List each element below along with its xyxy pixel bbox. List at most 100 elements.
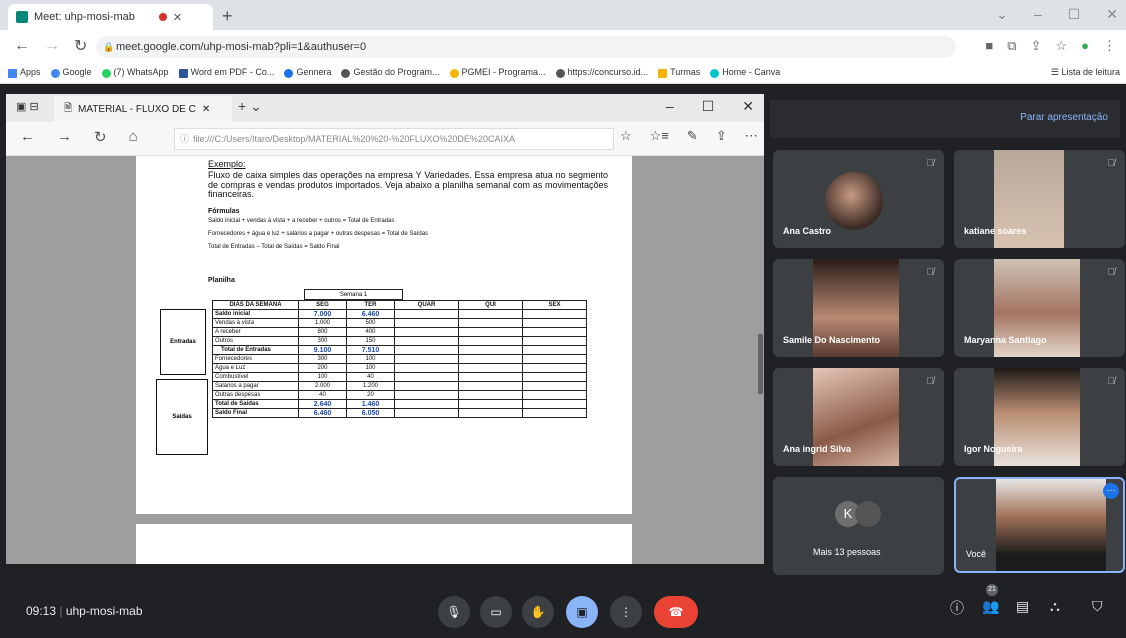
cell-seg: 9.100 — [298, 345, 347, 355]
share-icon[interactable]: ⇪ — [1031, 38, 1042, 54]
browser-tab[interactable]: Meet: uhp-mosi-mab ✕ — [8, 4, 213, 30]
cell-empty — [458, 381, 523, 391]
mic-icon: 🎙 — [446, 605, 462, 619]
bookmark-whatsapp[interactable]: (7) WhatsApp — [101, 67, 169, 78]
close-icon[interactable]: ✕ — [742, 98, 754, 115]
camera-icon[interactable]: ■ — [985, 38, 993, 54]
cell-seg: 2.640 — [298, 399, 347, 409]
bookmark-gestao[interactable]: Gestão do Program... — [341, 67, 440, 78]
bookmark-pgmei[interactable]: PGMEI - Programa... — [449, 67, 546, 78]
cell-empty — [458, 399, 523, 409]
notes-icon[interactable]: ✎ — [687, 128, 698, 144]
maximize-icon[interactable]: ☐ — [1068, 6, 1081, 23]
address-bar[interactable]: 🔒 meet.google.com/uhp-mosi-mab?pli=1&aut… — [96, 36, 956, 58]
edge-address-bar[interactable]: ⓘ file:///C:/Users/Itaro/Desktop/MATERIA… — [174, 128, 614, 150]
participant-tile[interactable]: 🎙̸ Ana ingrid Silva — [773, 368, 944, 466]
edge-new-tab-icon[interactable]: + ⌄ — [238, 98, 262, 115]
more-people-tile[interactable]: K Mais 13 pessoas — [773, 477, 944, 575]
menu-icon[interactable]: ⋮ — [1103, 38, 1116, 54]
favorite-star-icon[interactable]: ☆ — [620, 128, 632, 144]
host-controls-icon[interactable]: ⛉ — [1092, 598, 1103, 615]
document-next-page — [136, 524, 632, 564]
participant-tile[interactable]: 🎙̸ Igor Nogueira — [954, 368, 1125, 466]
forward-icon[interactable]: → — [44, 37, 60, 55]
favorites-icon[interactable]: ☆≡ — [650, 128, 669, 144]
mic-off-icon: 🎙̸ — [1107, 376, 1116, 387]
bookmark-word-pdf[interactable]: Word em PDF - Co... — [178, 67, 274, 78]
row-label: Fornecedores — [212, 354, 299, 364]
meet-control-bar: 09:13 | uhp-mosi-mab 🎙 ▭ ✋ ▣ ⋮ ☎ ⓘ 👥 ▤ ⛬… — [0, 584, 1126, 638]
minimize-icon[interactable]: – — [1034, 6, 1042, 23]
mic-button[interactable]: 🎙 — [438, 596, 470, 628]
more-icon[interactable]: ⋯ — [745, 128, 758, 144]
refresh-icon[interactable]: ↻ — [94, 128, 107, 146]
clock-time: 09:13 — [26, 604, 57, 618]
cell-empty — [394, 309, 459, 319]
participant-tile[interactable]: 🎙̸ Ana Castro — [773, 150, 944, 248]
address-bar-icons: ■ ⧉ ⇪ ☆ ● ⋮ — [985, 38, 1116, 54]
shared-screen: ▣ ⊟ 🗎 MATERIAL - FLUXO DE C ✕ + ⌄ – ☐ ✕ … — [6, 94, 764, 564]
participant-tile[interactable]: 🎙̸ katiane soares — [954, 150, 1125, 248]
more-options-button[interactable]: ⋮ — [610, 596, 642, 628]
cell-ter: 100 — [346, 354, 395, 364]
bookmark-canva[interactable]: Home - Canva — [710, 67, 780, 78]
bookmark-google[interactable]: Google — [50, 67, 92, 78]
present-button[interactable]: ▣ — [566, 596, 598, 628]
cell-empty — [522, 381, 587, 391]
bookmark-turmas[interactable]: Turmas — [658, 67, 700, 78]
cell-ter: 100 — [346, 363, 395, 373]
camera-button[interactable]: ▭ — [480, 596, 512, 628]
more-options-icon[interactable]: ⋯ — [1103, 483, 1119, 499]
minimize-icon[interactable]: – — [666, 98, 674, 115]
hand-icon: ✋ — [530, 605, 546, 619]
table-row: Saldo inicial 7.000 6.460 — [212, 309, 587, 319]
maximize-icon[interactable]: ☐ — [702, 98, 715, 115]
raise-hand-button[interactable]: ✋ — [522, 596, 554, 628]
bookmark-star-icon[interactable]: ☆ — [1055, 38, 1067, 54]
self-tile[interactable]: ⋯ Você — [954, 477, 1125, 573]
edge-tab-actions-icon[interactable]: ▣ ⊟ — [16, 100, 39, 113]
meeting-info: 09:13 | uhp-mosi-mab — [26, 604, 143, 618]
back-icon[interactable]: ← — [20, 128, 35, 146]
install-icon[interactable]: ⧉ — [1007, 38, 1016, 54]
bookmark-concurso[interactable]: https://concurso.id... — [555, 67, 648, 78]
close-tab-icon[interactable]: ✕ — [202, 104, 210, 115]
close-icon[interactable]: ✕ — [1106, 6, 1118, 23]
table-row: Total de Entradas 9.100 7.510 — [212, 345, 587, 355]
share-icon[interactable]: ⇪ — [716, 128, 727, 144]
activities-icon[interactable]: ⛬ — [1050, 598, 1060, 615]
chat-icon[interactable]: ▤ — [1016, 598, 1029, 615]
edge-tab[interactable]: 🗎 MATERIAL - FLUXO DE C ✕ — [54, 96, 232, 122]
meeting-code: uhp-mosi-mab — [65, 604, 143, 618]
bookmark-gennera[interactable]: Gennera — [284, 67, 331, 78]
home-icon[interactable]: ⌂ — [129, 128, 138, 146]
people-icon[interactable]: 👥 — [982, 598, 999, 615]
cell-empty — [394, 408, 459, 418]
row-label: A receber — [212, 327, 299, 337]
avatar — [855, 501, 881, 527]
participant-tile[interactable]: 🎙̸ Samile Do Nascimento — [773, 259, 944, 357]
scrollbar[interactable] — [758, 334, 763, 394]
meeting-details-icon[interactable]: ⓘ — [950, 598, 964, 618]
bookmark-apps[interactable]: Apps — [8, 67, 41, 78]
participant-name: Samile Do Nascimento — [783, 335, 881, 345]
stop-presenting-button[interactable]: Parar apresentação — [1020, 112, 1108, 123]
chevron-down-icon[interactable]: ⌄ — [996, 6, 1008, 23]
leave-call-button[interactable]: ☎ — [654, 596, 698, 628]
back-icon[interactable]: ← — [14, 37, 30, 55]
reading-list[interactable]: ☰ Lista de leitura — [1051, 67, 1120, 78]
cell-empty — [394, 336, 459, 346]
cell-empty — [458, 336, 523, 346]
close-tab-icon[interactable]: ✕ — [173, 11, 182, 24]
cell-seg: 300 — [298, 354, 347, 364]
cell-seg: 200 — [298, 363, 347, 373]
cell-seg: 100 — [298, 372, 347, 382]
reload-icon[interactable]: ↻ — [74, 36, 87, 56]
profile-icon[interactable]: ● — [1081, 38, 1089, 54]
participant-tile[interactable]: 🎙̸ Maryanna Santiago — [954, 259, 1125, 357]
forward-icon[interactable]: → — [57, 128, 72, 146]
column-header: QUAR — [394, 300, 459, 310]
new-tab-button[interactable]: + — [222, 6, 233, 27]
table-row: Salários a pagar 2.000 1.200 — [212, 381, 587, 391]
edge-url-text: file:///C:/Users/Itaro/Desktop/MATERIAL%… — [193, 134, 515, 144]
